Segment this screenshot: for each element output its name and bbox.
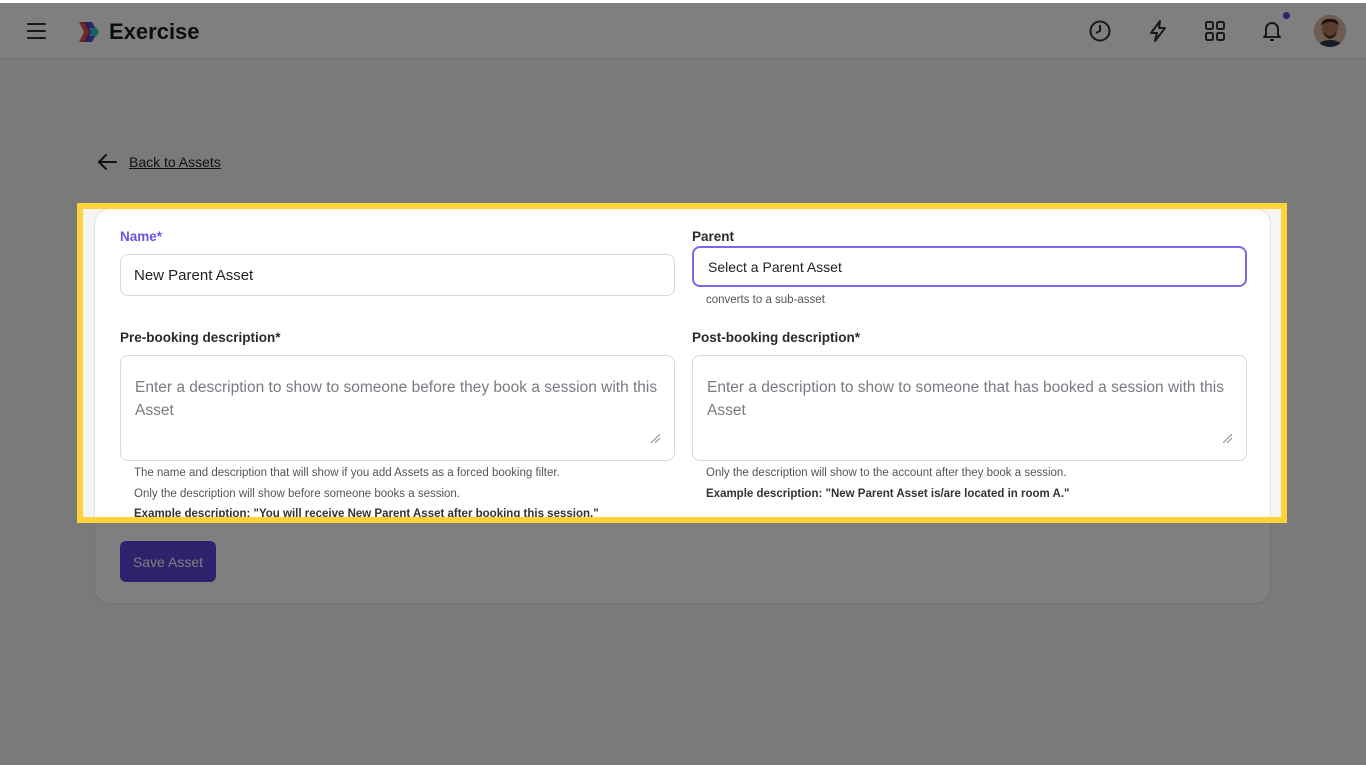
parent-label: Parent — [692, 229, 735, 244]
bell-icon[interactable] — [1260, 19, 1284, 43]
post-booking-example: Example description: "New Parent Asset i… — [706, 488, 1070, 500]
highlight-content: Exercise Back to Asset — [83, 209, 1281, 520]
asset-form-card: Name* New Parent Asset Parent Select a P… — [94, 209, 1271, 520]
clock-icon[interactable] — [1088, 19, 1112, 43]
pre-booking-label: Pre-booking description* — [120, 330, 281, 345]
back-link-label: Back to Assets — [129, 154, 221, 170]
resize-handle-icon[interactable] — [1223, 434, 1232, 443]
parent-select[interactable]: Select a Parent Asset — [692, 246, 1247, 287]
arrow-left-icon — [98, 154, 117, 170]
pre-booking-help-2: Only the description will show before so… — [134, 488, 461, 500]
name-input[interactable]: New Parent Asset — [120, 254, 675, 296]
menu-icon[interactable] — [27, 23, 46, 39]
app-logo-icon — [79, 22, 99, 42]
highlight-frame: Exercise Back to Asset — [77, 203, 1287, 523]
pre-booking-example: Example description: "You will receive N… — [134, 508, 599, 520]
notification-dot — [1283, 12, 1290, 19]
pre-booking-help-1: The name and description that will show … — [134, 467, 560, 479]
lightning-icon[interactable] — [1146, 19, 1170, 43]
app-title: Exercise — [109, 19, 200, 44]
avatar[interactable] — [1314, 15, 1346, 47]
post-booking-textarea[interactable]: Enter a description to show to someone t… — [692, 355, 1247, 461]
pre-booking-placeholder: Enter a description to show to someone b… — [135, 379, 658, 419]
save-asset-button[interactable]: Save Asset — [120, 541, 216, 582]
name-label: Name* — [120, 229, 163, 244]
post-booking-placeholder: Enter a description to show to someone t… — [707, 379, 1224, 419]
app-screen: Exercise Back to Asset — [83, 209, 1281, 520]
post-booking-help-1: Only the description will show to the ac… — [706, 467, 1067, 479]
top-bar: Exercise — [0, 3, 1366, 59]
post-booking-label: Post-booking description* — [692, 330, 861, 345]
resize-handle-icon[interactable] — [651, 434, 660, 443]
parent-help-text: converts to a sub-asset — [706, 294, 825, 306]
apps-grid-icon[interactable] — [1203, 19, 1227, 43]
pre-booking-textarea[interactable]: Enter a description to show to someone b… — [120, 355, 675, 461]
